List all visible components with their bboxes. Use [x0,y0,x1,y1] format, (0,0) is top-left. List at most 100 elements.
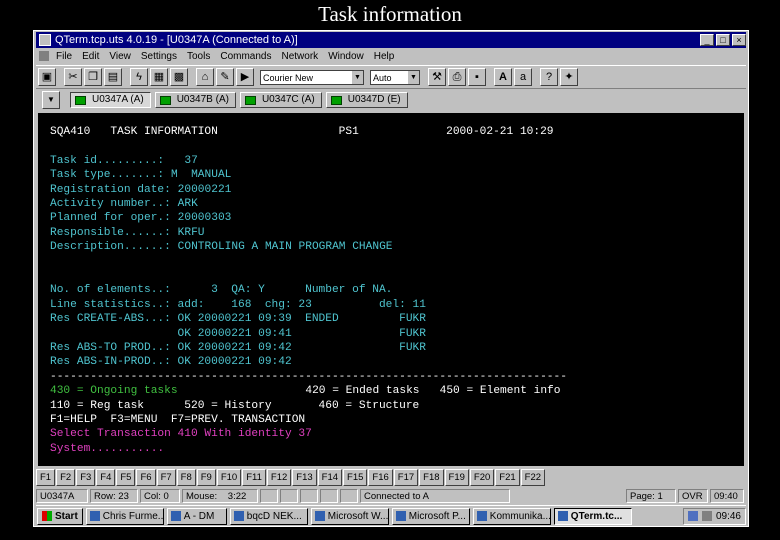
tray-icon[interactable] [687,511,698,521]
fkey-f1[interactable]: F1 [36,469,56,486]
app-icon[interactable] [39,34,51,46]
minimize-button[interactable]: _ [700,34,714,46]
slide-title: Task information [318,2,462,26]
fkey-f5[interactable]: F5 [116,469,136,486]
session-tab-u0347a[interactable]: U0347A (A) [70,92,151,108]
fkey-f9[interactable]: F9 [196,469,216,486]
fkey-f6[interactable]: F6 [136,469,156,486]
terminal-text: 430 = Ongoing tasks [50,385,178,398]
menu-edit[interactable]: Edit [82,51,99,62]
start-label: Start [55,510,78,522]
fkey-f21[interactable]: F21 [495,469,520,486]
terminal-text: Planned for oper.: [50,212,171,225]
terminal-text: Task id.........: [50,154,165,167]
menu-commands[interactable]: Commands [220,51,271,62]
taskbar-item-active[interactable]: QTerm.tc... [553,507,632,525]
taskbar-item[interactable]: bqcD NEK... [229,507,308,525]
keyboard-alt-icon[interactable]: ▩ [170,68,188,86]
taskbar-item-label: A - DM [183,510,215,522]
menu-tools[interactable]: Tools [187,51,210,62]
size-select[interactable]: Auto ▼ [370,69,420,85]
terminal-text: System........... [50,442,165,455]
session-status-icon [159,95,171,105]
taskbar-item[interactable]: Chris Furme... [85,507,164,525]
cut-icon[interactable]: ✂ [64,68,82,86]
fkey-f12[interactable]: F12 [266,469,292,486]
terminal-text: F1=HELP F3=MENU F7=PREV. TRANSACTION [50,414,306,426]
context-help-icon[interactable]: ✦ [560,68,578,86]
taskbar-item[interactable]: Kommunika... [472,507,551,525]
menu-window[interactable]: Window [328,51,364,62]
fkey-f17[interactable]: F17 [393,469,419,486]
menu-help[interactable]: Help [374,51,395,62]
fkey-f16[interactable]: F16 [368,469,393,486]
copy-icon[interactable]: ❐ [84,68,102,86]
terminal-text: 110 = Reg task 520 = History 460 = Struc… [50,399,420,412]
menu-settings[interactable]: Settings [141,51,177,62]
play-icon[interactable]: ▶ [236,68,254,86]
session-tab-u0347b[interactable]: U0347B (A) [154,92,236,108]
menu-network[interactable]: Network [282,51,319,62]
close-button[interactable]: × [732,34,746,46]
start-button[interactable]: Start [37,507,83,525]
app-icon [395,511,406,521]
fkey-f18[interactable]: F18 [419,469,444,486]
font-icon[interactable]: A [494,68,512,86]
menu-view[interactable]: View [109,51,131,62]
print-icon[interactable]: ▣ [38,68,56,86]
fkey-f8[interactable]: F8 [176,469,196,486]
fkey-f4[interactable]: F4 [96,469,116,486]
lightning-icon[interactable]: ϟ [130,68,148,86]
fkey-f22[interactable]: F22 [520,469,546,486]
terminal-screen[interactable]: SQA410 TASK INFORMATION PS1 2000-02-21 1… [38,113,744,466]
session-status-icon [244,95,256,105]
status-indicator-5 [340,489,358,503]
status-page: Page: 1 [626,489,676,503]
session-tab-u0347d[interactable]: U0347D (E) [325,92,408,108]
fkey-f19[interactable]: F19 [444,469,469,486]
terminal-text: 37 [164,154,198,167]
taskbar-item[interactable]: Microsoft P... [391,507,470,525]
help-icon[interactable]: ? [540,68,558,86]
taskbar-item-label: Microsoft P... [408,510,466,522]
keyboard-icon[interactable]: ▦ [150,68,168,86]
terminal-text: Responsible......: [50,226,171,239]
home-icon[interactable]: ⌂ [196,68,214,86]
fkey-f10[interactable]: F10 [216,469,242,486]
paste-icon[interactable]: ▤ [104,68,122,86]
chevron-down-icon[interactable]: ▼ [408,70,419,84]
session-bar: ▼ U0347A (A) U0347B (A) U0347C (A) U0347… [36,89,746,111]
session-status-icon [330,95,342,105]
fkey-f14[interactable]: F14 [317,469,343,486]
terminal-text: Res CREATE-ABS...: OK 20000221 09:39 END… [50,313,426,326]
taskbar-item-label: Chris Furme... [102,510,164,522]
status-mouse-label: Mouse: [186,491,218,502]
chevron-down-icon[interactable]: ▼ [352,70,363,84]
text-icon[interactable]: a [514,68,532,86]
tools-icon[interactable]: ⚒ [428,68,446,86]
title-bar[interactable]: QTerm.tcp.uts 4.0.19 - [U0347A (Connecte… [36,32,746,48]
maximize-button[interactable]: □ [716,34,730,46]
font-select[interactable]: Courier New ▼ [260,69,364,85]
qterm-window: QTerm.tcp.uts 4.0.19 - [U0347A (Connecte… [33,30,749,527]
document-icon[interactable] [39,51,49,61]
fkey-f11[interactable]: F11 [242,469,266,486]
status-col: Col: 0 [140,489,180,503]
pen-icon[interactable]: ✎ [216,68,234,86]
fkey-f7[interactable]: F7 [156,469,176,486]
fkey-f20[interactable]: F20 [469,469,495,486]
taskbar-item[interactable]: Microsoft W... [310,507,389,525]
dropdown-icon[interactable]: ▼ [42,91,60,109]
session-tab-u0347c[interactable]: U0347C (A) [239,92,322,108]
fkey-f13[interactable]: F13 [292,469,317,486]
volume-icon[interactable] [701,511,712,521]
menu-file[interactable]: File [56,51,72,62]
taskbar-item-label: Kommunika... [489,510,551,522]
save-icon[interactable]: ▪ [468,68,486,86]
taskbar-item[interactable]: A - DM [166,507,227,525]
printer-icon[interactable]: ⎙ [448,68,466,86]
fkey-f3[interactable]: F3 [76,469,96,486]
fkey-f2[interactable]: F2 [56,469,76,486]
terminal-text: KRFU [170,226,205,239]
fkey-f15[interactable]: F15 [343,469,368,486]
